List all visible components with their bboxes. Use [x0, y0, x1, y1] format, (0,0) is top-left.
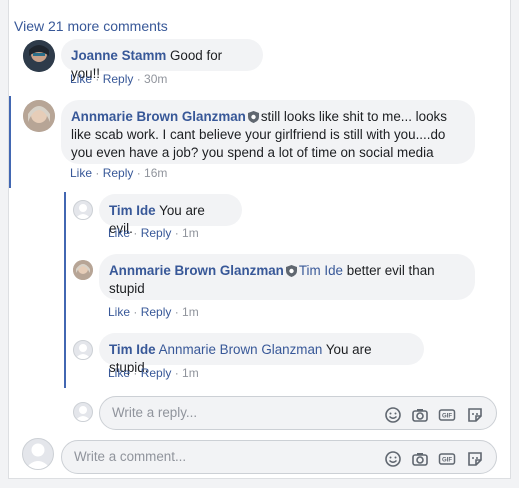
comment-timestamp[interactable]: 30m [144, 72, 167, 86]
default-avatar-icon [25, 443, 51, 469]
reply-bubble: Tim Ide Annmarie Brown Glanzman You are … [99, 333, 424, 375]
default-avatar-icon [75, 406, 91, 421]
comment-author[interactable]: Annmarie Brown Glanzman [71, 109, 246, 124]
comment-input-placeholder: Write a comment... [74, 449, 187, 464]
comment-text-line: still looks like shit to me... looks [260, 109, 447, 124]
mention-tag[interactable]: Tim Ide [299, 263, 343, 278]
thread-highlight-bar [9, 96, 11, 188]
like-link[interactable]: Like [70, 166, 92, 180]
default-avatar-icon [75, 344, 91, 359]
avatar[interactable] [23, 100, 55, 132]
replies-thread-bar [64, 192, 66, 388]
comment-input[interactable]: Write a comment... GIF [61, 440, 497, 474]
reply-timestamp[interactable]: 1m [182, 305, 199, 319]
reply-timestamp[interactable]: 1m [182, 226, 199, 240]
avatar[interactable] [73, 260, 93, 280]
comment-actions: Like · Reply · 30m [70, 72, 168, 86]
reply-input[interactable]: Write a reply... GIF [99, 396, 497, 430]
comment-bubble: Annmarie Brown Glanzman still looks like … [61, 100, 475, 164]
avatar [22, 438, 54, 470]
reply-link[interactable]: Reply [141, 366, 172, 380]
avatar-photo-icon [23, 100, 55, 132]
reply-link[interactable]: Reply [141, 305, 172, 319]
reply-timestamp[interactable]: 1m [182, 366, 199, 380]
camera-icon[interactable] [411, 406, 429, 424]
reply-bubble: Tim Ide You are evil. [99, 194, 242, 236]
comment-bubble: Joanne Stamm Good for you!! [61, 39, 263, 81]
reply-text-line: stupid [109, 281, 145, 296]
avatar[interactable] [73, 340, 93, 360]
avatar[interactable] [73, 200, 93, 220]
reply-actions: Like · Reply · 1m [108, 305, 199, 319]
reply-input-placeholder: Write a reply... [112, 405, 198, 420]
comment-text-line: you even have a job? you spend a lot of … [71, 145, 434, 160]
camera-icon[interactable] [411, 450, 429, 468]
reply-link[interactable]: Reply [141, 226, 172, 240]
like-link[interactable]: Like [108, 305, 130, 319]
sticker-icon[interactable] [466, 406, 484, 424]
mention-tag[interactable]: Annmarie Brown Glanzman [159, 342, 323, 357]
top-fan-badge-icon [285, 265, 297, 277]
avatar-photo-icon [23, 40, 55, 72]
comment-actions: Like · Reply · 16m [70, 166, 168, 180]
emoji-icon[interactable] [384, 406, 402, 424]
reply-link[interactable]: Reply [103, 72, 134, 86]
gif-icon[interactable]: GIF [438, 450, 456, 468]
reply-actions: Like · Reply · 1m [108, 226, 199, 240]
comment-text-line: like scab work. I cant believe your girl… [71, 127, 446, 142]
avatar[interactable] [23, 40, 55, 72]
reply-author[interactable]: Tim Ide [109, 203, 156, 218]
gif-label: GIF [442, 414, 452, 420]
reply-text: better evil than [346, 263, 435, 278]
top-fan-badge-icon [247, 111, 259, 123]
comment-author[interactable]: Joanne Stamm [71, 48, 166, 63]
gif-icon[interactable]: GIF [438, 406, 456, 424]
reply-actions: Like · Reply · 1m [108, 366, 199, 380]
default-avatar-icon [75, 204, 91, 219]
like-link[interactable]: Like [70, 72, 92, 86]
reply-author[interactable]: Annmarie Brown Glanzman [109, 263, 284, 278]
like-link[interactable]: Like [108, 226, 130, 240]
comment-timestamp[interactable]: 16m [144, 166, 167, 180]
reply-link[interactable]: Reply [103, 166, 134, 180]
avatar [73, 402, 93, 422]
like-link[interactable]: Like [108, 366, 130, 380]
reply-author[interactable]: Tim Ide [109, 342, 156, 357]
sticker-icon[interactable] [466, 450, 484, 468]
gif-label: GIF [442, 458, 452, 464]
avatar-photo-icon [73, 260, 93, 280]
emoji-icon[interactable] [384, 450, 402, 468]
reply-bubble: Annmarie Brown Glanzman Tim Ide better ev… [99, 254, 475, 300]
view-more-comments-link[interactable]: View 21 more comments [14, 18, 168, 34]
